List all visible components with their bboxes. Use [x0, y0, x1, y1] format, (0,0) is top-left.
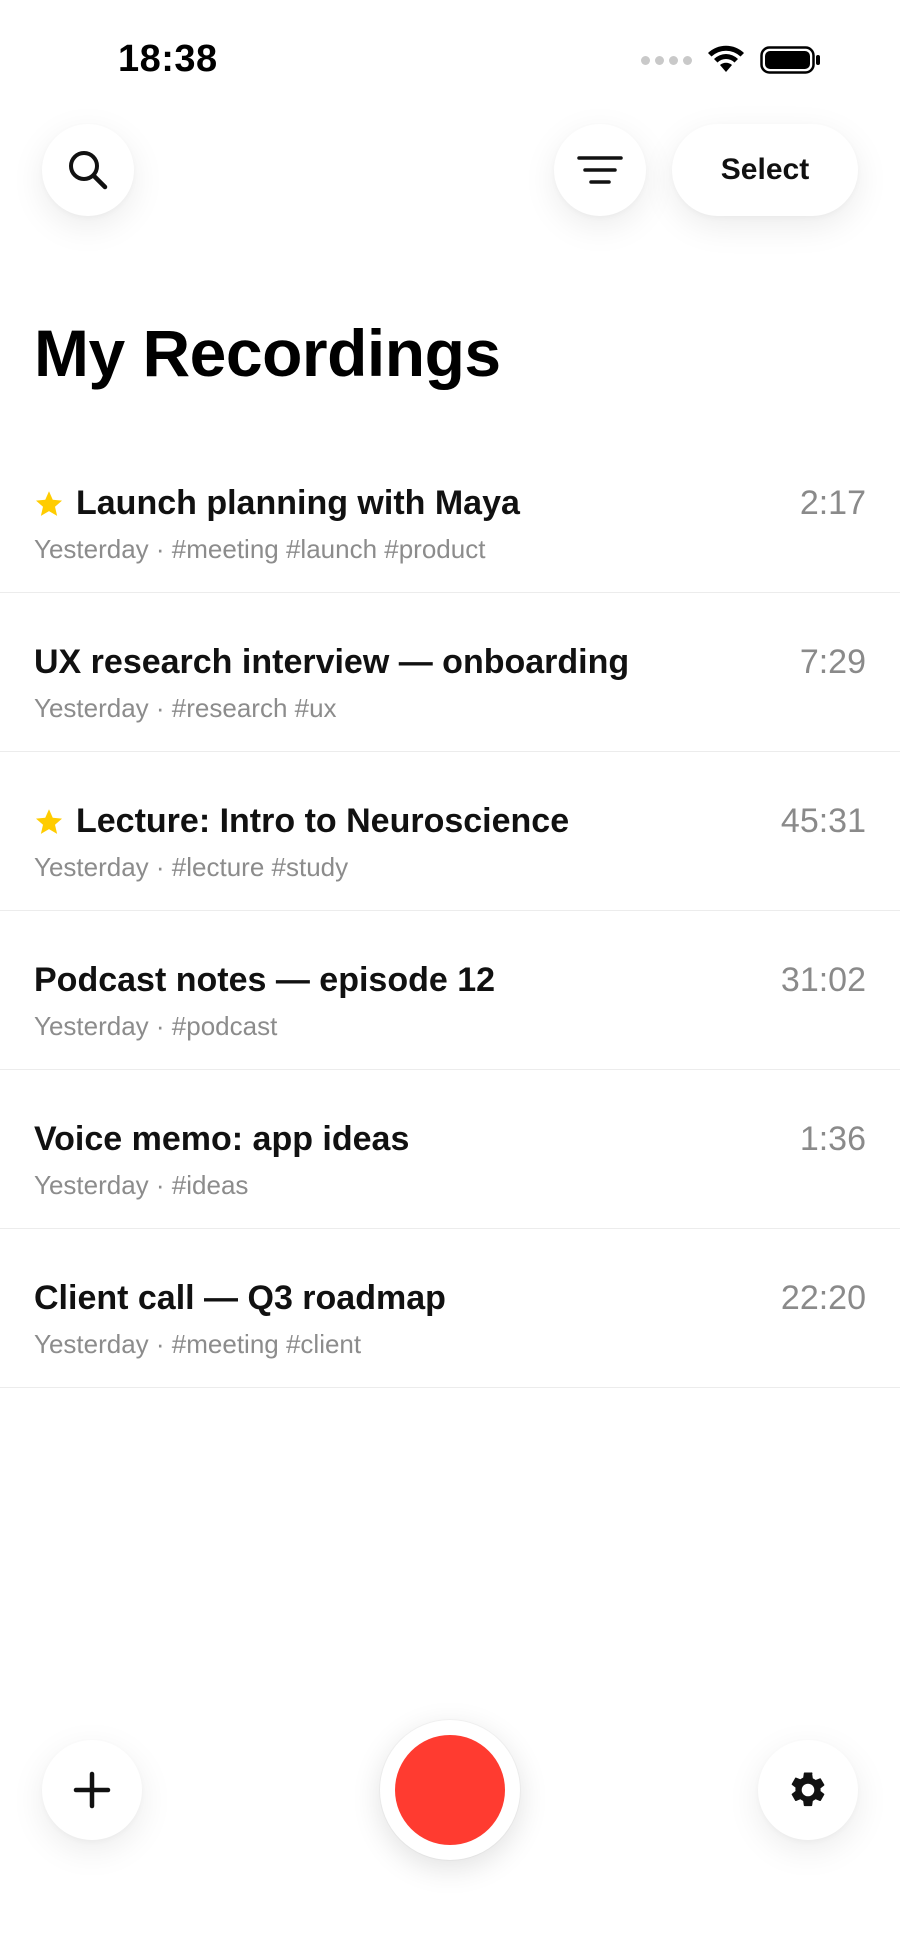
- recording-meta: Yesterday · #research #ux: [34, 693, 337, 723]
- recording-row[interactable]: Client call — Q3 roadmap Yesterday · #me…: [0, 1229, 900, 1388]
- status-time: 18:38: [118, 38, 218, 80]
- settings-button[interactable]: [758, 1740, 858, 1840]
- recording-title: Voice memo: app ideas: [34, 1120, 410, 1158]
- recording-meta: Yesterday · #meeting #client: [34, 1329, 362, 1359]
- recording-duration: 31:02: [780, 961, 866, 999]
- recording-row[interactable]: Voice memo: app ideas Yesterday · #ideas…: [0, 1070, 900, 1229]
- recording-row[interactable]: Launch planning with Maya Yesterday · #m…: [0, 434, 900, 593]
- add-button[interactable]: [42, 1740, 142, 1840]
- recording-meta: Yesterday · #podcast: [34, 1011, 278, 1041]
- recording-row[interactable]: Lecture: Intro to Neuroscience Yesterday…: [0, 752, 900, 911]
- recording-title-line: UX research interview — onboarding: [34, 643, 629, 682]
- recording-row[interactable]: UX research interview — onboarding Yeste…: [0, 593, 900, 752]
- recording-title: Launch planning with Maya: [76, 484, 520, 522]
- page-title: My Recordings: [34, 316, 501, 390]
- recording-title: Podcast notes — episode 12: [34, 961, 496, 999]
- recording-duration: 7:29: [799, 643, 866, 681]
- gear-icon: [791, 1772, 825, 1807]
- filter-icon: [577, 156, 623, 184]
- wifi-icon: [708, 45, 744, 72]
- cellular-signal-icon: [641, 55, 692, 65]
- recording-title: Client call — Q3 roadmap: [34, 1279, 446, 1317]
- recording-title-line: Client call — Q3 roadmap: [34, 1279, 446, 1318]
- screen: 18:38 Select My Recordings Launch planni…: [0, 0, 900, 1950]
- record-button[interactable]: [380, 1720, 520, 1860]
- recording-meta: Yesterday · #lecture #study: [34, 852, 349, 882]
- recording-title-line: Voice memo: app ideas: [34, 1120, 409, 1159]
- recording-duration: 45:31: [780, 802, 866, 840]
- recording-title-line: Lecture: Intro to Neuroscience: [34, 802, 569, 841]
- recording-duration: 1:36: [799, 1120, 866, 1158]
- select-button[interactable]: Select: [672, 124, 858, 216]
- recording-title: Lecture: Intro to Neuroscience: [76, 802, 570, 840]
- recording-meta: Yesterday · #ideas: [34, 1170, 249, 1200]
- recording-title-line: Launch planning with Maya: [34, 484, 520, 523]
- status-bar: 18:38: [0, 0, 900, 110]
- recording-meta: Yesterday · #meeting #launch #product: [34, 534, 486, 564]
- star-icon: [36, 808, 62, 834]
- plus-icon: [73, 1771, 111, 1809]
- battery-icon: [760, 46, 820, 74]
- search-icon: [69, 151, 108, 190]
- record-icon: [395, 1735, 505, 1845]
- status-icons: [641, 42, 822, 78]
- recording-duration: 2:17: [799, 484, 866, 522]
- recordings-list: Launch planning with Maya Yesterday · #m…: [0, 434, 900, 1388]
- filter-button[interactable]: [554, 124, 646, 216]
- search-button[interactable]: [42, 124, 134, 216]
- star-icon: [36, 490, 62, 516]
- recording-row[interactable]: Podcast notes — episode 12 Yesterday · #…: [0, 911, 900, 1070]
- recording-duration: 22:20: [780, 1279, 866, 1317]
- recording-title-line: Podcast notes — episode 12: [34, 961, 495, 1000]
- recording-title: UX research interview — onboarding: [34, 643, 630, 681]
